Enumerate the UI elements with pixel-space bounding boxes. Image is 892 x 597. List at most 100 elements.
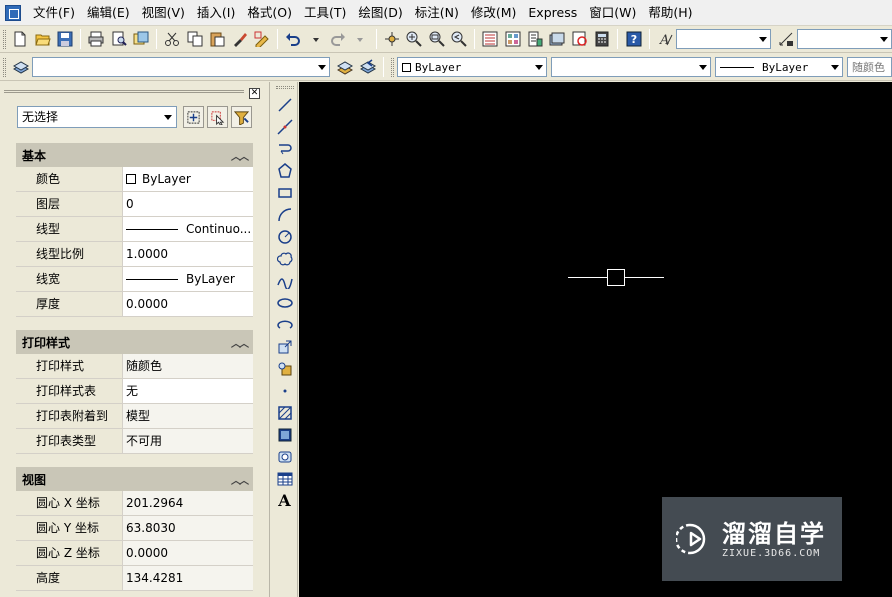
plot-style-combo[interactable]: 随颜色: [847, 57, 892, 77]
palette-title-bar[interactable]: ✕: [0, 85, 270, 99]
construction-line-icon[interactable]: [274, 116, 296, 138]
dimension-style-combo[interactable]: [796, 29, 892, 49]
menu-format[interactable]: 格式(O): [241, 0, 298, 26]
property-row-layer[interactable]: 图层 0: [16, 192, 253, 217]
property-row-linetype[interactable]: 线型 Continuo...: [16, 217, 253, 242]
region-icon[interactable]: [274, 446, 296, 468]
property-row-plot-table-attached-to[interactable]: 打印表附着到 模型: [16, 404, 253, 429]
property-value[interactable]: 随颜色: [123, 354, 253, 378]
zoom-window-icon[interactable]: [426, 29, 446, 50]
property-row-plot-table-type[interactable]: 打印表类型 不可用: [16, 429, 253, 454]
text-style-icon[interactable]: A: [655, 29, 675, 50]
print-icon[interactable]: [86, 29, 106, 50]
menu-modify[interactable]: 修改(M): [465, 0, 523, 26]
menu-dimension[interactable]: 标注(N): [409, 0, 465, 26]
open-file-icon[interactable]: [32, 29, 52, 50]
property-value[interactable]: 0.0000: [123, 541, 253, 565]
toolbar-grip[interactable]: [275, 86, 294, 89]
polygon-icon[interactable]: [274, 160, 296, 182]
property-value[interactable]: 无: [123, 379, 253, 403]
undo-icon[interactable]: [283, 29, 303, 50]
property-row-height[interactable]: 高度 134.4281: [16, 566, 253, 591]
help-icon[interactable]: ?: [623, 29, 643, 50]
menu-express[interactable]: Express: [522, 0, 583, 26]
collapse-icon[interactable]: ︿︿: [231, 335, 249, 350]
ellipse-icon[interactable]: [274, 292, 296, 314]
color-combo[interactable]: ByLayer: [397, 57, 547, 77]
tool-palettes-icon[interactable]: [525, 29, 545, 50]
property-value[interactable]: ByLayer: [123, 167, 253, 191]
property-value[interactable]: 不可用: [123, 429, 253, 453]
menu-help[interactable]: 帮助(H): [642, 0, 698, 26]
app-icon[interactable]: [5, 4, 21, 21]
layer-previous-icon[interactable]: [357, 57, 378, 78]
property-value[interactable]: 0: [123, 192, 253, 216]
layer-manager-icon[interactable]: [10, 57, 31, 78]
table-icon[interactable]: [274, 468, 296, 490]
property-value[interactable]: 模型: [123, 404, 253, 428]
hatch-icon[interactable]: [274, 402, 296, 424]
property-row-center-z[interactable]: 圆心 Z 坐标 0.0000: [16, 541, 253, 566]
collapse-icon[interactable]: ︿︿: [231, 148, 249, 163]
block-editor-icon[interactable]: [252, 29, 272, 50]
circle-icon[interactable]: [274, 226, 296, 248]
toolbar-grip[interactable]: [3, 57, 6, 77]
property-row-linetype-scale[interactable]: 线型比例 1.0000: [16, 242, 253, 267]
section-header-plot-style[interactable]: 打印样式 ︿︿: [16, 330, 253, 354]
menu-draw[interactable]: 绘图(D): [352, 0, 408, 26]
calculator-icon[interactable]: [592, 29, 612, 50]
collapse-icon[interactable]: ︿︿: [231, 472, 249, 487]
sheet-set-icon[interactable]: [547, 29, 567, 50]
section-header-view[interactable]: 视图 ︿︿: [16, 467, 253, 491]
publish-icon[interactable]: [131, 29, 151, 50]
properties-icon[interactable]: [480, 29, 500, 50]
menu-file[interactable]: 文件(F): [27, 0, 81, 26]
property-row-thickness[interactable]: 厚度 0.0000: [16, 292, 253, 317]
close-icon[interactable]: ✕: [249, 88, 260, 99]
property-row-center-x[interactable]: 圆心 X 坐标 201.2964: [16, 491, 253, 516]
menu-insert[interactable]: 插入(I): [191, 0, 241, 26]
zoom-realtime-icon[interactable]: [404, 29, 424, 50]
property-row-plot-style[interactable]: 打印样式 随颜色: [16, 354, 253, 379]
redo-dropdown-icon[interactable]: [350, 29, 370, 50]
selection-combo[interactable]: 无选择: [17, 106, 177, 128]
ellipse-arc-icon[interactable]: [274, 314, 296, 336]
menu-tools[interactable]: 工具(T): [298, 0, 352, 26]
match-properties-icon[interactable]: [229, 29, 249, 50]
insert-block-icon[interactable]: [274, 336, 296, 358]
gradient-icon[interactable]: [274, 424, 296, 446]
menu-view[interactable]: 视图(V): [136, 0, 191, 26]
property-row-center-y[interactable]: 圆心 Y 坐标 63.8030: [16, 516, 253, 541]
property-value[interactable]: 201.2964: [123, 491, 253, 515]
property-value[interactable]: Continuo...: [123, 217, 253, 241]
undo-dropdown-icon[interactable]: [305, 29, 325, 50]
section-header-general[interactable]: 基本 ︿︿: [16, 143, 253, 167]
print-preview-icon[interactable]: [108, 29, 128, 50]
property-value[interactable]: 1.0000: [123, 242, 253, 266]
property-row-lineweight[interactable]: 线宽 ByLayer: [16, 267, 253, 292]
select-objects-button[interactable]: [207, 106, 228, 128]
dimension-style-icon[interactable]: [775, 29, 795, 50]
linetype-combo[interactable]: ByLayer: [715, 57, 843, 77]
property-row-plot-style-table[interactable]: 打印样式表 无: [16, 379, 253, 404]
make-object-layer-current-icon[interactable]: [334, 57, 355, 78]
layer-combo[interactable]: [32, 57, 330, 77]
cut-icon[interactable]: [162, 29, 182, 50]
line-icon[interactable]: [274, 94, 296, 116]
toolbar-grip[interactable]: [3, 29, 6, 49]
linetype-blank-combo[interactable]: [551, 57, 711, 77]
markup-set-icon[interactable]: [570, 29, 590, 50]
zoom-previous-icon[interactable]: [449, 29, 469, 50]
quick-select-button[interactable]: [231, 106, 252, 128]
property-value[interactable]: 0.0000: [123, 292, 253, 316]
property-row-color[interactable]: 颜色 ByLayer: [16, 167, 253, 192]
toggle-pickadd-button[interactable]: [183, 106, 204, 128]
property-value[interactable]: 63.8030: [123, 516, 253, 540]
spline-icon[interactable]: [274, 270, 296, 292]
point-icon[interactable]: [274, 380, 296, 402]
text-style-combo[interactable]: [676, 29, 772, 49]
toolbar-grip[interactable]: [391, 57, 394, 77]
rectangle-icon[interactable]: [274, 182, 296, 204]
redo-icon[interactable]: [328, 29, 348, 50]
revision-cloud-icon[interactable]: [274, 248, 296, 270]
